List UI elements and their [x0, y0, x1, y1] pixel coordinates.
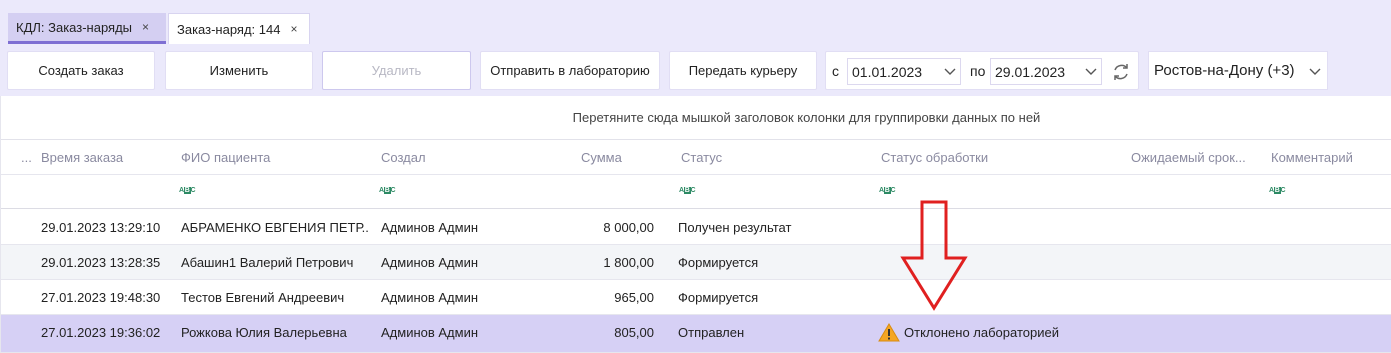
- close-icon[interactable]: ×: [142, 20, 149, 34]
- warning-icon: [878, 323, 900, 342]
- cell-time: 27.01.2023 19:48:30: [41, 290, 161, 305]
- close-icon[interactable]: ×: [290, 22, 297, 36]
- column-header-fio[interactable]: ФИО пациента: [181, 150, 270, 165]
- column-header-comment[interactable]: Комментарий: [1271, 150, 1353, 165]
- grid-header: ... Время заказа ФИО пациента Создал Сум…: [1, 140, 1391, 175]
- group-hint-text: Перетяните сюда мышкой заголовок колонки…: [572, 110, 1041, 125]
- tab-bar: КДЛ: Заказ-наряды × Заказ-наряд: 144 ×: [0, 0, 1391, 44]
- column-header-processing-status[interactable]: Статус обработки: [881, 150, 988, 165]
- cell-sum: 965,00: [614, 290, 654, 305]
- date-to-label: по: [970, 63, 986, 79]
- delete-button[interactable]: Удалить: [322, 51, 471, 90]
- cell-sum: 805,00: [614, 325, 654, 340]
- date-from-input[interactable]: 01.01.2023: [847, 58, 961, 85]
- cell-time: 27.01.2023 19:36:02: [41, 325, 161, 340]
- cell-status: Получен результат: [678, 220, 792, 235]
- column-header-status[interactable]: Статус: [681, 150, 722, 165]
- column-header-creator[interactable]: Создал: [381, 150, 426, 165]
- date-from-label: с: [832, 63, 839, 79]
- date-from-value: 01.01.2023: [852, 63, 923, 80]
- chevron-down-icon[interactable]: [1309, 65, 1321, 77]
- column-menu[interactable]: ...: [21, 150, 32, 165]
- pass-to-courier-button[interactable]: Передать курьеру: [669, 51, 817, 90]
- text-filter-icon[interactable]: ABC: [879, 187, 896, 194]
- text-filter-icon[interactable]: ABC: [1269, 187, 1286, 194]
- column-header-time[interactable]: Время заказа: [41, 150, 123, 165]
- tab-label: Заказ-наряд: 144: [177, 21, 281, 37]
- table-row[interactable]: 29.01.2023 13:29:10 АБРАМЕНКО ЕВГЕНИЯ ПЕ…: [1, 210, 1391, 245]
- table-row[interactable]: 29.01.2023 13:28:35 Абашин1 Валерий Петр…: [1, 245, 1391, 280]
- filter-row: ABC ABC ABC ABC ABC: [1, 175, 1391, 209]
- group-panel[interactable]: Перетяните сюда мышкой заголовок колонки…: [1, 96, 1391, 140]
- column-header-sum[interactable]: Сумма: [581, 150, 622, 165]
- cell-fio: Абашин1 Валерий Петрович: [181, 255, 354, 270]
- cell-sum: 1 800,00: [603, 255, 654, 270]
- date-to-input[interactable]: 29.01.2023: [990, 58, 1102, 85]
- text-filter-icon[interactable]: ABC: [379, 187, 396, 194]
- annotation-arrow-icon: [900, 200, 968, 311]
- tab-kdl-orders[interactable]: КДЛ: Заказ-наряды ×: [8, 13, 166, 44]
- orders-grid: Перетяните сюда мышкой заголовок колонки…: [0, 96, 1391, 353]
- text-filter-icon[interactable]: ABC: [179, 187, 196, 194]
- cell-creator: Админов Админ: [381, 220, 479, 235]
- cell-fio: Тестов Евгений Андреевич: [181, 290, 345, 305]
- tab-order-144[interactable]: Заказ-наряд: 144 ×: [168, 13, 310, 44]
- date-to-value: 29.01.2023: [995, 63, 1066, 80]
- edit-button[interactable]: Изменить: [165, 51, 313, 90]
- cell-status: Формируется: [678, 290, 759, 305]
- cell-processing-status: Отклонено лабораторией: [878, 323, 1128, 342]
- cell-fio: Рожкова Юлия Валерьевна: [181, 325, 347, 340]
- cell-time: 29.01.2023 13:29:10: [41, 220, 161, 235]
- cell-sum: 8 000,00: [603, 220, 654, 235]
- text-filter-icon[interactable]: ABC: [679, 187, 696, 194]
- tab-label: КДЛ: Заказ-наряды: [16, 19, 133, 35]
- column-header-expected-date[interactable]: Ожидаемый срок...: [1131, 150, 1246, 165]
- chevron-down-icon[interactable]: [944, 65, 956, 77]
- cell-status: Формируется: [678, 255, 759, 270]
- processing-status-text: Отклонено лабораторией: [904, 325, 1059, 340]
- refresh-icon[interactable]: [1110, 61, 1132, 83]
- cell-time: 29.01.2023 13:28:35: [41, 255, 161, 270]
- table-row-selected[interactable]: 27.01.2023 19:36:02 Рожкова Юлия Валерье…: [1, 315, 1391, 353]
- cell-creator: Админов Админ: [381, 325, 479, 340]
- create-order-button[interactable]: Создать заказ: [7, 51, 155, 90]
- cell-status: Отправлен: [678, 325, 745, 340]
- region-value: Ростов-на-Дону (+3): [1154, 62, 1295, 79]
- region-select[interactable]: Ростов-на-Дону (+3): [1148, 51, 1328, 90]
- table-row[interactable]: 27.01.2023 19:48:30 Тестов Евгений Андре…: [1, 280, 1391, 315]
- cell-creator: Админов Админ: [381, 290, 479, 305]
- send-to-lab-button[interactable]: Отправить в лабораторию: [480, 51, 660, 90]
- cell-fio: АБРАМЕНКО ЕВГЕНИЯ ПЕТР...: [181, 220, 369, 235]
- chevron-down-icon[interactable]: [1085, 65, 1097, 77]
- cell-creator: Админов Админ: [381, 255, 479, 270]
